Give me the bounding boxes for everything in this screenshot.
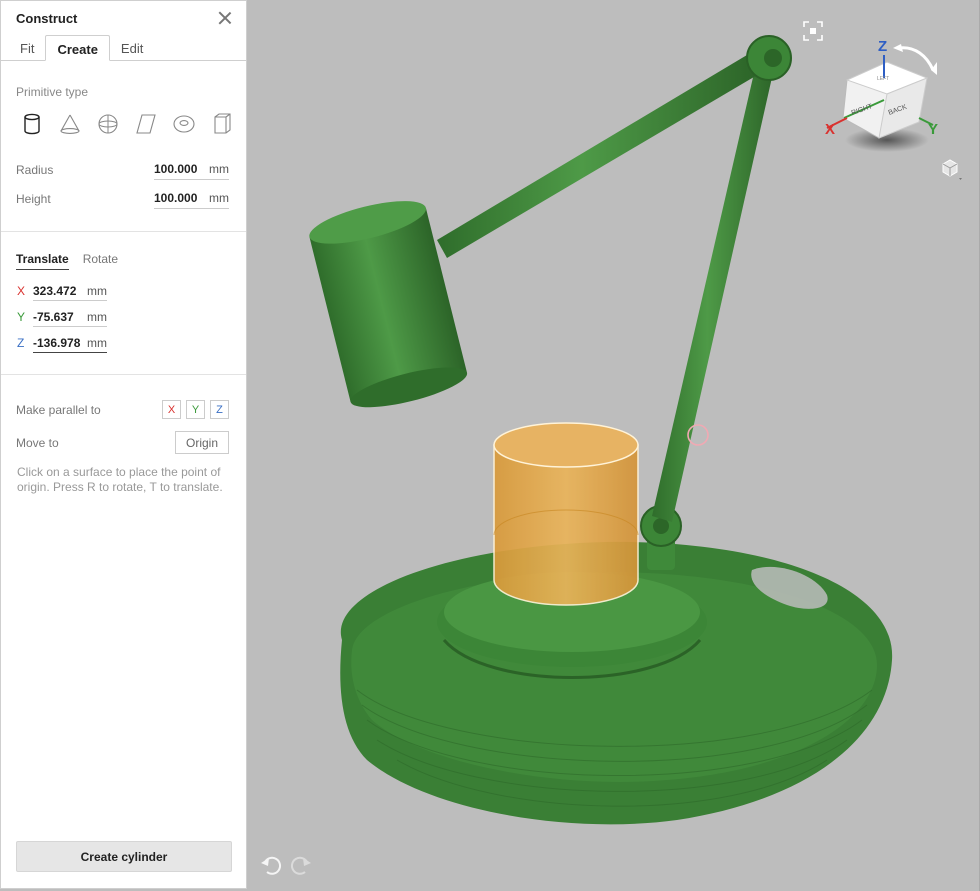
box-icon[interactable]	[203, 109, 241, 139]
construct-panel: Construct Fit Create Edit Primitive type…	[0, 0, 247, 889]
view-cube[interactable]	[826, 44, 937, 152]
primitive-type-selector	[13, 109, 246, 139]
radius-unit: mm	[209, 162, 229, 176]
translate-y-row: Y -75.637 mm	[17, 304, 246, 330]
scene-render: RIGHT BACK LEFT Z X Y	[261, 21, 962, 875]
plane-icon[interactable]	[127, 109, 165, 139]
radius-field[interactable]: 100.000 mm	[154, 159, 229, 180]
tab-edit[interactable]: Edit	[110, 35, 154, 60]
axis-label-y: Y	[928, 121, 938, 138]
y-axis-label: Y	[17, 310, 26, 324]
close-icon[interactable]	[218, 11, 232, 25]
parallel-x-button[interactable]: X	[162, 400, 181, 419]
parallel-label: Make parallel to	[16, 402, 101, 417]
height-label: Height	[16, 191, 51, 206]
tab-create[interactable]: Create	[45, 35, 110, 61]
create-cylinder-button[interactable]: Create cylinder	[16, 841, 232, 872]
divider	[1, 231, 246, 232]
cylinder-icon[interactable]	[13, 109, 51, 139]
view-mode-icon[interactable]	[942, 159, 962, 180]
move-to-row: Move to Origin	[16, 426, 229, 459]
tab-translate[interactable]: Translate	[16, 252, 69, 270]
torus-icon[interactable]	[165, 109, 203, 139]
translate-y-value: -75.637	[33, 309, 74, 324]
hint-text: Click on a surface to place the point of…	[17, 465, 223, 494]
sphere-icon[interactable]	[89, 109, 127, 139]
origin-button[interactable]: Origin	[174, 431, 229, 454]
radius-label: Radius	[16, 162, 54, 177]
radius-row: Radius 100.000 mm	[16, 155, 229, 184]
fit-view-icon[interactable]	[803, 21, 823, 41]
undo-icon[interactable]	[261, 856, 282, 875]
tab-fit[interactable]: Fit	[9, 35, 45, 60]
translate-z-row: Z -136.978 mm	[17, 330, 246, 356]
translate-y-field[interactable]: -75.637 mm	[33, 307, 107, 327]
redo-icon[interactable]	[290, 856, 311, 875]
tab-rotate[interactable]: Rotate	[83, 252, 118, 270]
translate-x-row: X 323.472 mm	[17, 278, 246, 304]
cone-icon[interactable]	[51, 109, 89, 139]
parallel-y-button[interactable]: Y	[186, 400, 205, 419]
x-axis-label: X	[17, 284, 26, 298]
viewcube-face-left: LEFT	[877, 76, 889, 82]
parallel-row: Make parallel to X Y Z	[16, 393, 229, 426]
translate-x-unit: mm	[87, 283, 107, 298]
tab-bar: Fit Create Edit	[1, 35, 246, 61]
translate-y-unit: mm	[87, 309, 107, 324]
translate-x-field[interactable]: 323.472 mm	[33, 281, 107, 301]
transform-tabs: Translate Rotate	[16, 252, 246, 270]
move-to-label: Move to	[16, 435, 59, 450]
height-field[interactable]: 100.000 mm	[154, 188, 229, 209]
height-value: 100.000	[154, 191, 198, 205]
panel-header: Construct	[1, 1, 246, 35]
parallel-z-button[interactable]: Z	[210, 400, 229, 419]
radius-value: 100.000	[154, 162, 198, 176]
panel-title: Construct	[16, 10, 78, 26]
translate-z-value: -136.978	[33, 335, 81, 350]
axis-label-z: Z	[878, 38, 887, 55]
z-axis-label: Z	[17, 336, 25, 350]
primitive-type-label: Primitive type	[16, 85, 89, 99]
axis-label-x: X	[825, 121, 835, 138]
height-unit: mm	[209, 191, 229, 205]
translate-z-field[interactable]: -136.978 mm	[33, 333, 107, 353]
translate-z-unit: mm	[87, 335, 107, 350]
3d-viewport[interactable]: RIGHT BACK LEFT Z X Y	[247, 0, 980, 891]
translate-x-value: 323.472	[33, 283, 77, 298]
height-row: Height 100.000 mm	[16, 184, 229, 213]
